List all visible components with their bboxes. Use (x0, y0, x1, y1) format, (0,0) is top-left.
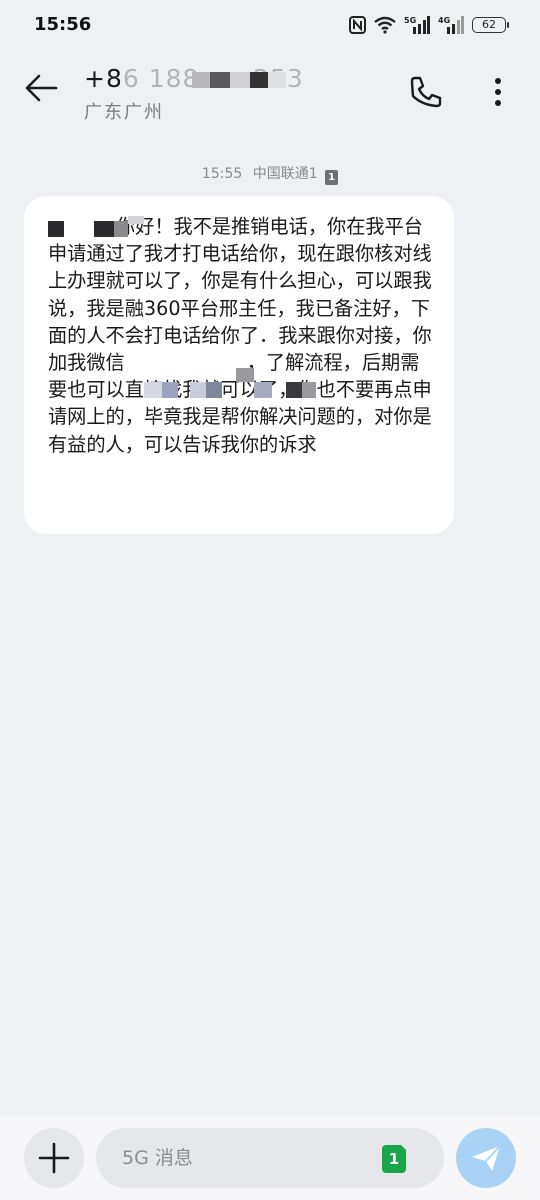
wifi-icon (374, 16, 396, 34)
redaction-block (144, 382, 162, 398)
more-vertical-icon (495, 78, 501, 106)
message-timestamp: 15:55 中国联通1 1 (0, 163, 540, 185)
attach-button[interactable] (24, 1128, 84, 1188)
message-input-box[interactable]: 1 (96, 1128, 444, 1188)
network-4g-label: 4G (438, 16, 450, 25)
status-icons: 5G 4G 62 (349, 14, 509, 36)
message-carrier: 中国联通1 (252, 166, 318, 182)
signal-icon-sim2: 4G (438, 15, 464, 35)
back-button[interactable] (22, 68, 62, 108)
redaction-block (302, 382, 316, 398)
more-options-button[interactable] (486, 72, 510, 112)
redaction-block (254, 382, 272, 398)
message-text: ，你好！我不是推销电话，你在我平台申请通过了我才打电话给你，现在跟你核对线上办理… (48, 215, 432, 456)
message-input[interactable] (122, 1128, 372, 1188)
contact-number: +86 188 ···· 253 (84, 60, 324, 90)
phone-icon (410, 76, 442, 108)
redaction-block (250, 72, 268, 88)
composer-bar: 1 (0, 1116, 540, 1200)
redaction-block (268, 72, 286, 88)
plus-icon (38, 1142, 70, 1174)
redaction-block (114, 221, 128, 237)
redaction-block (190, 382, 206, 398)
redaction-block (206, 382, 222, 398)
redaction-block (162, 382, 178, 398)
signal-icon-sim1: 5G (404, 15, 430, 35)
message-time: 15:55 (201, 166, 243, 182)
back-arrow-icon (25, 74, 58, 102)
redaction-block (192, 72, 210, 88)
sim-select-button[interactable]: 1 (382, 1144, 407, 1173)
redaction-block (94, 221, 114, 237)
battery-indicator: 62 (472, 17, 509, 33)
conversation-header: +86 188 ···· 253 广东广州 (0, 52, 540, 138)
send-button[interactable] (456, 1128, 516, 1188)
redaction-block (236, 368, 254, 382)
status-time: 15:56 (34, 14, 92, 35)
call-button[interactable] (404, 70, 448, 114)
redaction-block (128, 216, 144, 224)
redaction-block (48, 221, 64, 237)
network-5g-label: 5G (404, 16, 416, 25)
status-bar: 15:56 5G 4G 62 (0, 0, 540, 52)
redaction-block (210, 72, 230, 88)
nfc-icon (349, 16, 366, 34)
redaction-block (286, 382, 302, 398)
message-bubble[interactable]: ，你好！我不是推销电话，你在我平台申请通过了我才打电话给你，现在跟你核对线上办理… (24, 196, 454, 534)
send-icon (472, 1145, 501, 1171)
contact-location: 广东广州 (84, 102, 164, 123)
sim-badge: 1 (325, 170, 339, 185)
redaction-block (230, 72, 250, 88)
